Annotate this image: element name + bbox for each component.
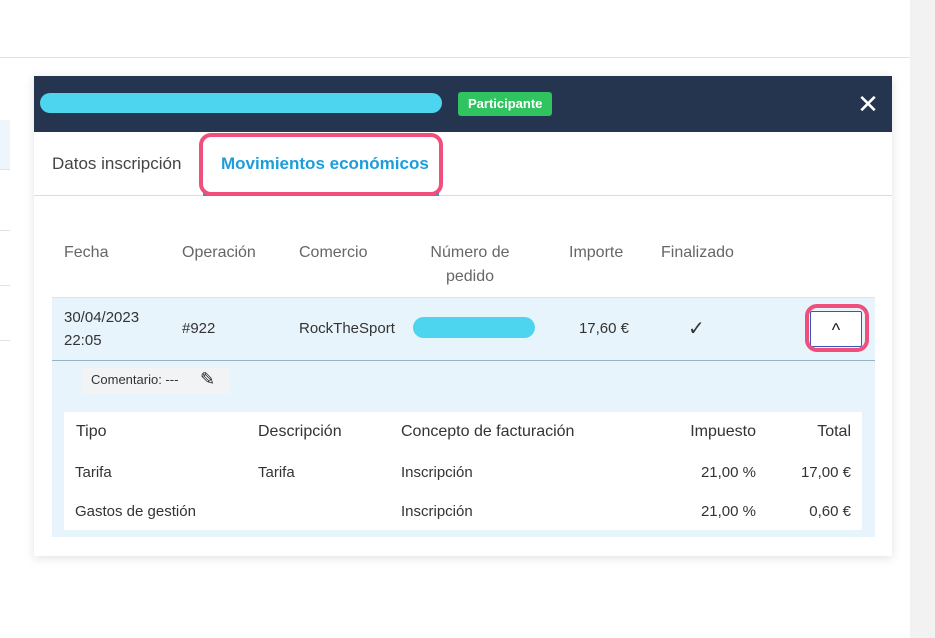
detail-row-1-total: 17,00 € bbox=[800, 464, 851, 481]
page-scrollbar-area bbox=[910, 0, 935, 638]
detail-header-descripcion: Descripción bbox=[258, 423, 342, 440]
detail-row-2-concepto: Inscripción bbox=[401, 503, 473, 520]
column-header-operacion: Operación bbox=[182, 244, 256, 261]
page-topbar bbox=[0, 0, 910, 58]
row-merchant: RockTheSport bbox=[299, 320, 395, 337]
row-time: 22:05 bbox=[64, 332, 102, 349]
column-header-importe: Importe bbox=[569, 244, 624, 261]
page-divider bbox=[0, 285, 10, 286]
registration-modal: Participante ✕ Datos inscripción Movimie… bbox=[34, 76, 892, 556]
row-date: 30/04/2023 bbox=[64, 309, 140, 326]
detail-row-2-total: 0,60 € bbox=[809, 503, 851, 520]
status-badge: Participante bbox=[458, 92, 553, 116]
row-amount: 17,60 € bbox=[578, 320, 629, 337]
tab-datos-inscripcion[interactable]: Datos inscripción bbox=[52, 154, 181, 174]
row-operation: #922 bbox=[182, 320, 216, 337]
detail-row-2-impuesto: 21,00 % bbox=[700, 503, 756, 520]
page-divider bbox=[0, 340, 10, 341]
column-header-fecha: Fecha bbox=[64, 244, 109, 261]
comment-text: Comentario: --- bbox=[91, 372, 179, 387]
detail-header-tipo: Tipo bbox=[76, 423, 107, 440]
detail-row-1-impuesto: 21,00 % bbox=[700, 464, 756, 481]
modal-header: Participante ✕ bbox=[34, 76, 892, 132]
detail-header-impuesto: Impuesto bbox=[690, 423, 756, 440]
page-list-row bbox=[0, 120, 10, 170]
column-header-numero-pedido: Número de pedido bbox=[430, 244, 510, 285]
column-header-comercio: Comercio bbox=[299, 244, 368, 261]
tab-movimientos-economicos[interactable]: Movimientos económicos bbox=[221, 154, 429, 174]
detail-row-1-tipo: Tarifa bbox=[75, 464, 112, 481]
check-icon: ✓ bbox=[688, 318, 705, 340]
detail-header-concepto: Concepto de facturación bbox=[401, 423, 575, 440]
edit-pencil-icon[interactable]: ✎ bbox=[200, 369, 215, 390]
close-icon[interactable]: ✕ bbox=[854, 90, 882, 118]
detail-row-2-tipo: Gastos de gestión bbox=[75, 503, 196, 520]
tab-bar: Datos inscripción Movimientos económicos bbox=[34, 132, 892, 196]
column-header-finalizado: Finalizado bbox=[661, 244, 734, 261]
detail-row-1-concepto: Inscripción bbox=[401, 464, 473, 481]
chevron-up-icon: ^ bbox=[831, 320, 841, 340]
order-number-redacted bbox=[413, 317, 535, 338]
detail-header-total: Total bbox=[817, 423, 851, 440]
participant-name-redacted bbox=[40, 93, 442, 113]
collapse-row-button[interactable]: ^ bbox=[810, 311, 862, 347]
detail-row-1-descripcion: Tarifa bbox=[258, 464, 295, 481]
active-tab-indicator bbox=[203, 193, 439, 196]
page-divider bbox=[0, 230, 10, 231]
